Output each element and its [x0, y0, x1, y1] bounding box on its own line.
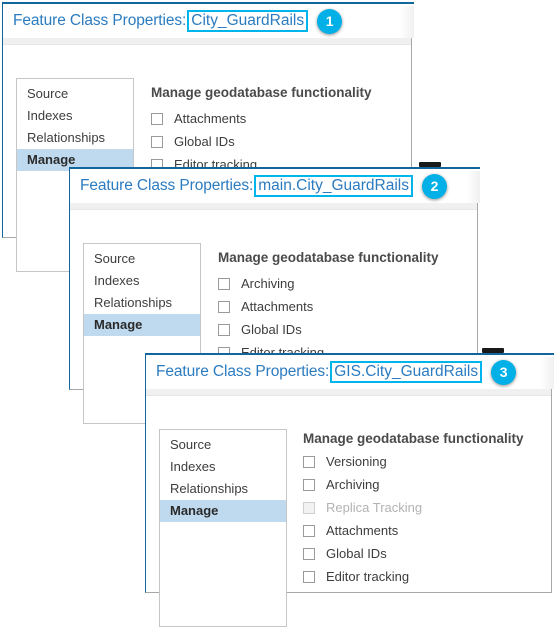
sidebar-item-relationships[interactable]: Relationships	[84, 292, 200, 314]
dialog-body-3: Source Indexes Relationships Manage Mana…	[145, 387, 552, 627]
pane-heading: Manage geodatabase functionality	[151, 85, 372, 100]
checkbox-row-archiving[interactable]: Archiving	[218, 272, 439, 295]
dialog-3-titlebar[interactable]: Feature Class Properties: GIS.City_Guard…	[145, 353, 554, 389]
callout-badge-3: 3	[491, 359, 517, 385]
dialog-1-title-prefix: Feature Class Properties:	[13, 12, 187, 29]
checkbox-label-attachments: Attachments	[174, 111, 247, 126]
pane-heading: Manage geodatabase functionality	[303, 431, 524, 446]
sidebar-item-manage[interactable]: Manage	[160, 500, 286, 522]
checkbox-editor-tracking[interactable]	[303, 570, 315, 583]
checkbox-row-attachments[interactable]: Attachments	[151, 107, 372, 130]
dialog-1-feature-class-name: City_GuardRails	[187, 10, 309, 32]
checkbox-archiving[interactable]	[303, 478, 315, 491]
checkbox-replica-tracking	[303, 501, 315, 514]
callout-badge-2: 2	[422, 173, 447, 199]
dialog-2-manage-pane: Manage geodatabase functionality Archivi…	[218, 250, 439, 364]
checkbox-label-attachments: Attachments	[241, 299, 314, 314]
checkbox-label-global-ids: Global IDs	[174, 134, 235, 149]
checkbox-label-global-ids: Global IDs	[241, 322, 302, 337]
checkbox-row-attachments[interactable]: Attachments	[218, 295, 439, 318]
checkbox-row-global-ids[interactable]: Global IDs	[303, 542, 524, 565]
pane-heading: Manage geodatabase functionality	[218, 250, 439, 265]
checkbox-versioning[interactable]	[303, 455, 315, 468]
checkbox-attachments[interactable]	[303, 524, 315, 537]
checkbox-global-ids[interactable]	[151, 135, 163, 148]
sidebar-item-source[interactable]: Source	[17, 83, 133, 105]
checkbox-attachments[interactable]	[218, 300, 230, 313]
checkbox-row-attachments[interactable]: Attachments	[303, 519, 524, 542]
dialog-3-feature-class-name: GIS.City_GuardRails	[330, 361, 483, 383]
dialog-2-titlebar[interactable]: Feature Class Properties: main.City_Guar…	[69, 167, 480, 203]
checkbox-row-global-ids[interactable]: Global IDs	[218, 318, 439, 341]
sidebar-item-source[interactable]: Source	[160, 434, 286, 456]
callout-badge-1: 1	[317, 8, 343, 34]
checkbox-global-ids[interactable]	[218, 323, 230, 336]
sidebar-item-source[interactable]: Source	[84, 248, 200, 270]
sidebar-item-indexes[interactable]: Indexes	[17, 105, 133, 127]
checkbox-label-archiving: Archiving	[326, 477, 380, 492]
dialog-1-titlebar[interactable]: Feature Class Properties: City_GuardRail…	[2, 2, 414, 38]
dialog-3-nav-list[interactable]: Source Indexes Relationships Manage	[159, 429, 287, 627]
checkbox-row-archiving[interactable]: Archiving	[303, 473, 524, 496]
checkbox-label-archiving: Archiving	[241, 276, 295, 291]
checkbox-global-ids[interactable]	[303, 547, 315, 560]
sidebar-item-relationships[interactable]: Relationships	[17, 127, 133, 149]
sidebar-item-indexes[interactable]: Indexes	[84, 270, 200, 292]
checkbox-row-versioning[interactable]: Versioning	[303, 450, 524, 473]
checkbox-attachments[interactable]	[151, 112, 163, 125]
sidebar-item-relationships[interactable]: Relationships	[160, 478, 286, 500]
dialog-1-manage-pane: Manage geodatabase functionality Attachm…	[151, 85, 372, 176]
sidebar-item-indexes[interactable]: Indexes	[160, 456, 286, 478]
checkbox-row-global-ids[interactable]: Global IDs	[151, 130, 372, 153]
dialog-3-title-prefix: Feature Class Properties:	[156, 363, 330, 380]
checkbox-row-editor-tracking[interactable]: Editor tracking	[303, 565, 524, 588]
checkbox-label-global-ids: Global IDs	[326, 546, 387, 561]
checkbox-row-replica-tracking: Replica Tracking	[303, 496, 524, 519]
dialog-2-feature-class-name: main.City_GuardRails	[254, 175, 413, 197]
checkbox-label-editor-tracking: Editor tracking	[326, 569, 410, 584]
checkbox-label-replica-tracking: Replica Tracking	[326, 500, 423, 515]
checkbox-label-attachments: Attachments	[326, 523, 399, 538]
dialog-2-title-prefix: Feature Class Properties:	[80, 177, 254, 194]
sidebar-item-manage[interactable]: Manage	[84, 314, 200, 336]
dialog-3-manage-pane: Manage geodatabase functionality Version…	[303, 431, 524, 588]
checkbox-archiving[interactable]	[218, 277, 230, 290]
feature-class-properties-dialog-3[interactable]: Source Indexes Relationships Manage Mana…	[145, 353, 554, 627]
checkbox-label-versioning: Versioning	[326, 454, 387, 469]
